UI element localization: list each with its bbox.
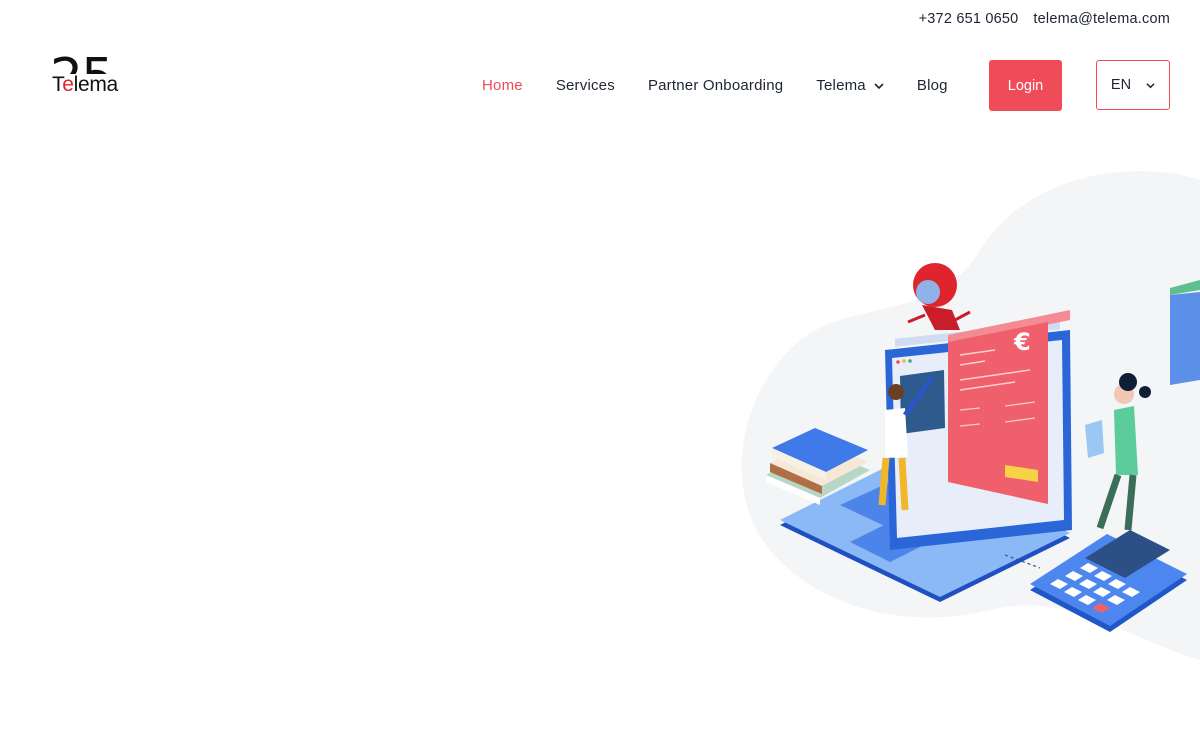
nav-telema-dropdown[interactable]: Telema (816, 77, 884, 94)
logo-accent-letter: e (62, 73, 74, 96)
phone-link[interactable]: +372 651 0650 (919, 11, 1019, 27)
login-button[interactable]: Login (989, 60, 1062, 111)
main-nav: Home Services Partner Onboarding Telema … (482, 60, 981, 111)
nav-partner-onboarding[interactable]: Partner Onboarding (648, 77, 783, 94)
nav-home[interactable]: Home (482, 77, 523, 94)
language-selector[interactable]: EN (1096, 60, 1170, 110)
chevron-down-icon (1146, 82, 1155, 88)
nav-services[interactable]: Services (556, 77, 615, 94)
nav-telema-label: Telema (816, 77, 866, 94)
logo-wordmark: Telema (51, 74, 119, 96)
email-link[interactable]: telema@telema.com (1033, 11, 1170, 27)
logo-letter-t: T (52, 73, 63, 96)
chevron-down-icon (874, 82, 884, 89)
hero-illustration: € (741, 171, 1200, 660)
telema-logo[interactable]: 25 Telema (50, 52, 122, 110)
contact-bar: +372 651 0650 telema@telema.com (919, 11, 1170, 27)
euro-symbol: € (1013, 328, 1031, 356)
nav-blog[interactable]: Blog (917, 77, 948, 94)
language-label: EN (1110, 77, 1132, 93)
floating-document-icon (1170, 280, 1200, 385)
logo-word-rest: lema (73, 73, 119, 96)
